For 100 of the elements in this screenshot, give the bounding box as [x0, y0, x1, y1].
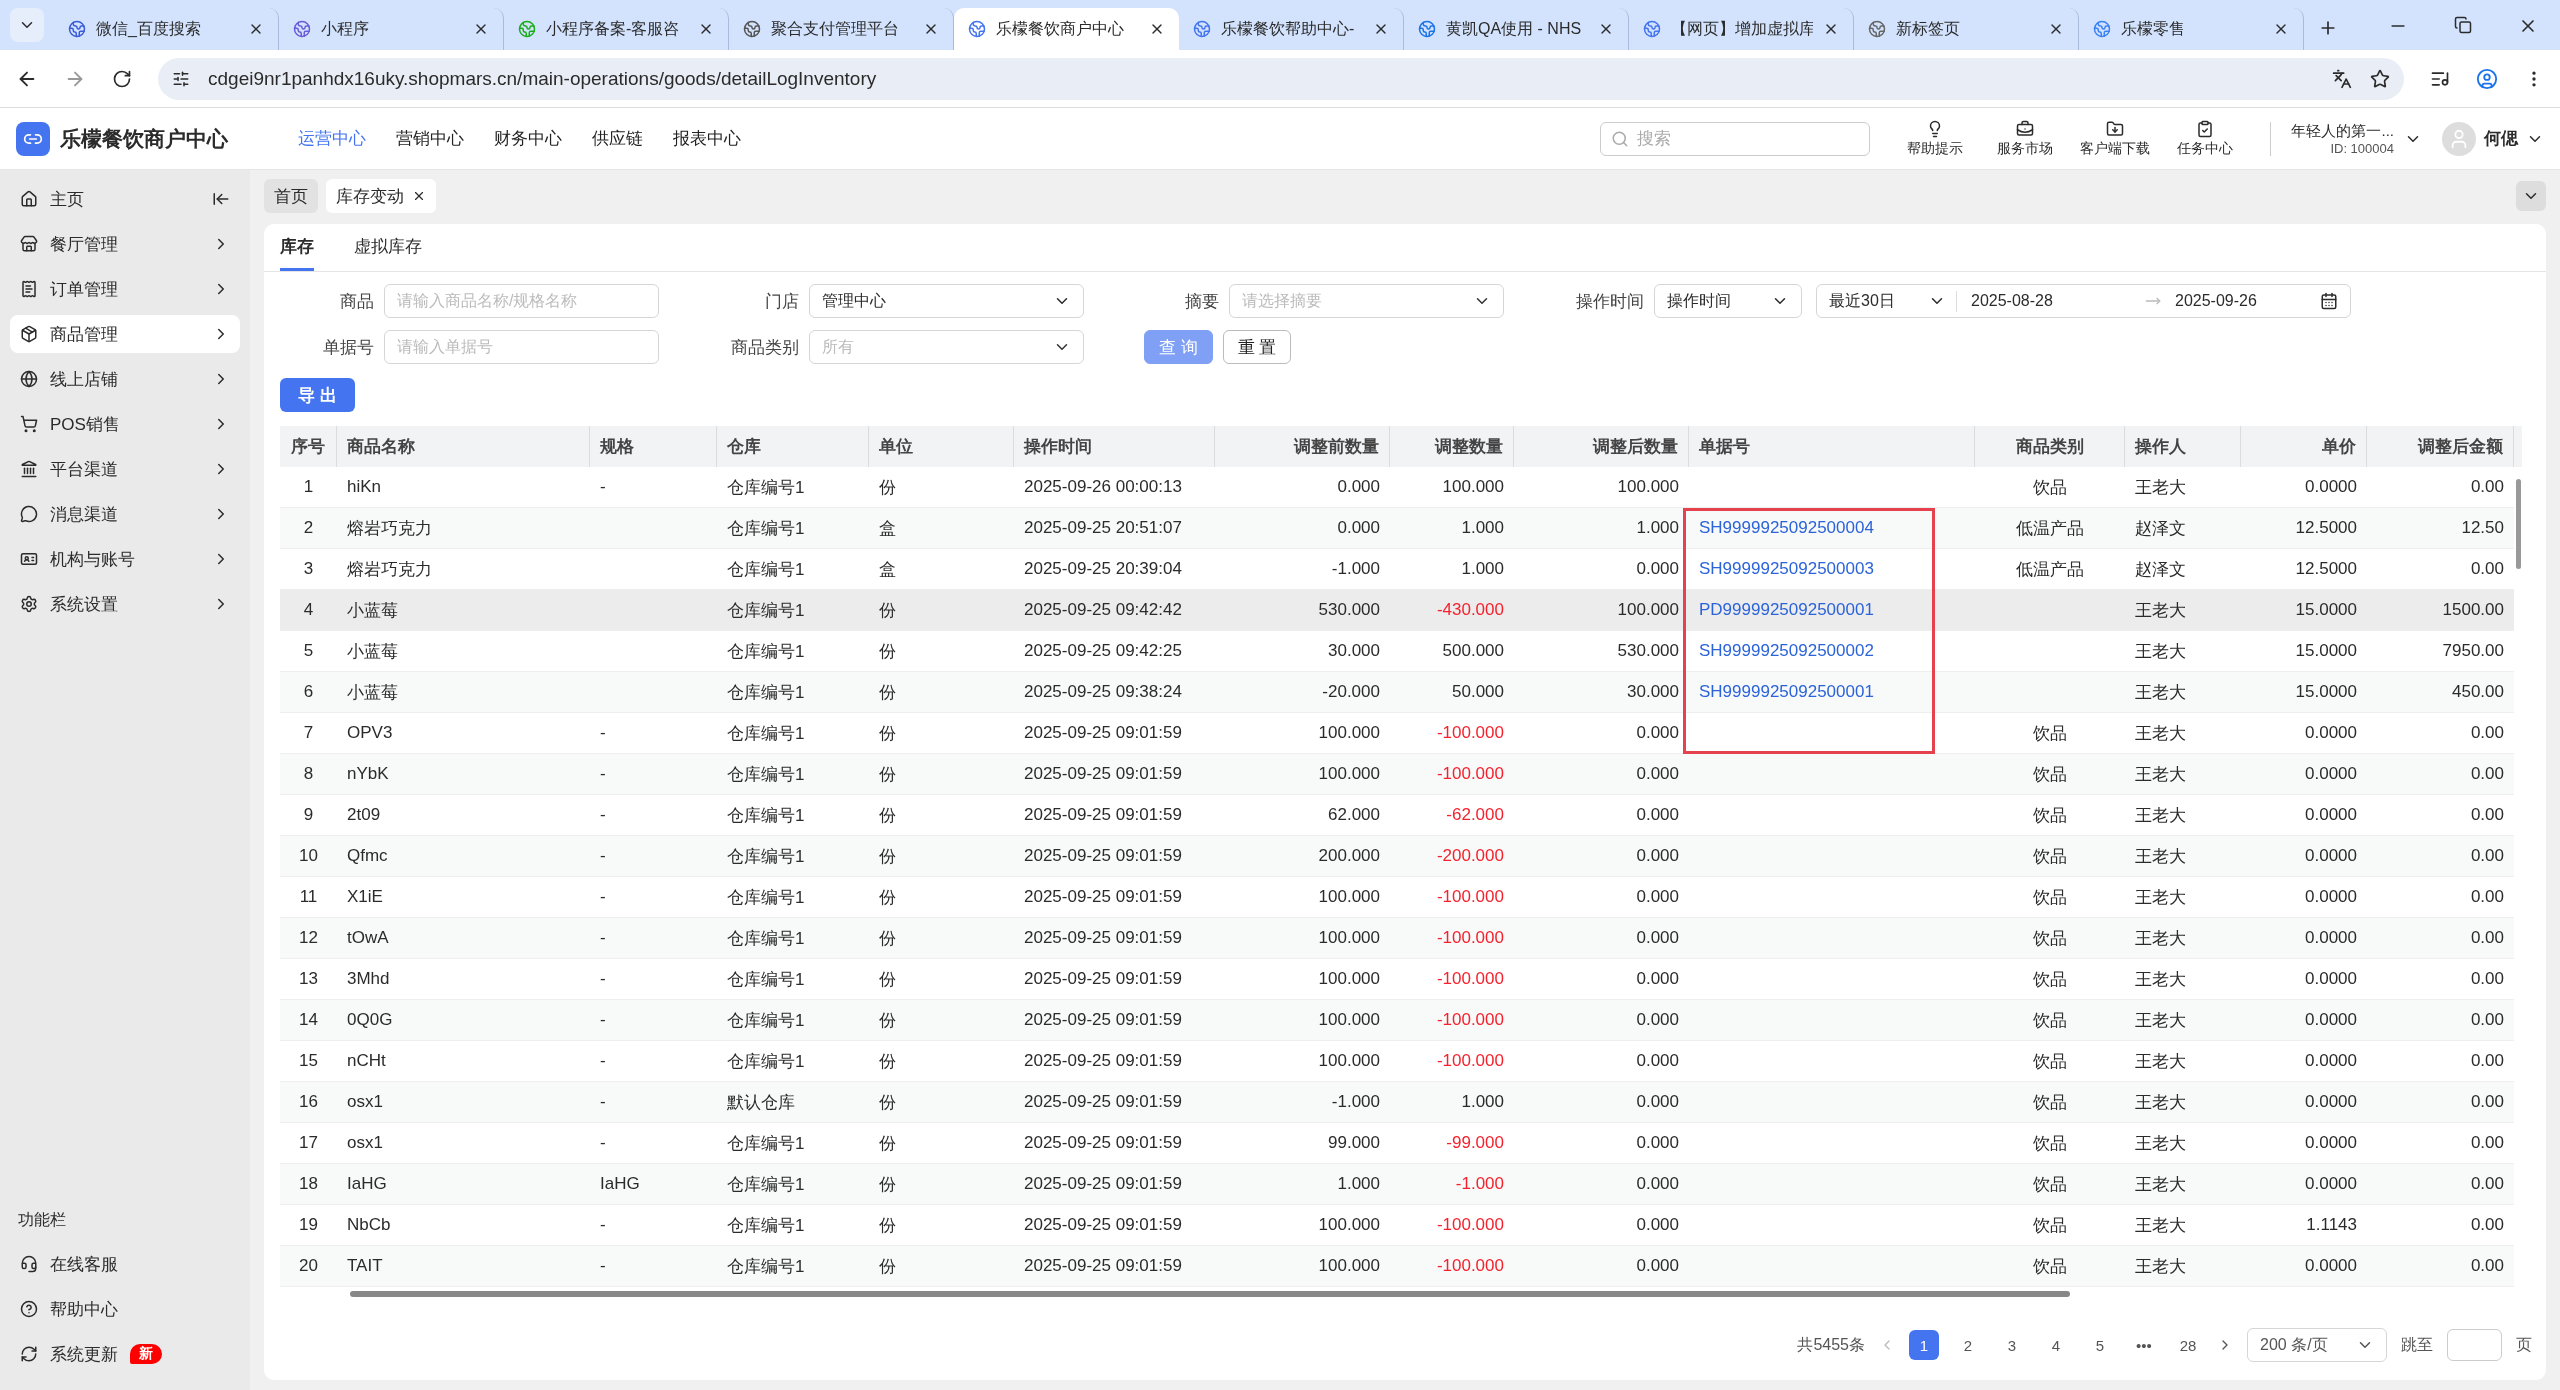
table-row[interactable]: 10 Qfmc - 仓库编号1 份 2025-09-25 09:01:59 200.000 -200.000 0.000 饮品 王老大 0.0000 0.00 — [280, 836, 2514, 877]
table-cell-text: 仓库编号1 — [727, 640, 805, 663]
sidebar-item[interactable]: 线上店铺 — [10, 360, 240, 398]
page-button[interactable]: 3 — [1997, 1330, 2027, 1360]
table-cell: 0.00 — [2470, 1133, 2504, 1153]
table-cell: 1.000 — [1461, 1092, 1504, 1112]
nav-link[interactable]: 营销中心 — [396, 127, 464, 150]
table-cell-text: 饮品 — [2033, 968, 2067, 991]
table-cell-text: 王老大 — [2135, 640, 2186, 663]
sidebar-item[interactable]: 机构与账号 — [10, 540, 240, 578]
field-label: 商品类别 — [730, 336, 800, 359]
address-bar[interactable]: cdgei9nr1panhdx16uky.shopmars.cn/main-operations/goods/detailLogInventory — [158, 57, 2404, 100]
page-button[interactable]: ••• — [2129, 1330, 2159, 1360]
select-field[interactable]: 管理中心 — [809, 284, 1084, 318]
toolbar-button[interactable]: 客户端下载 — [2070, 119, 2161, 158]
page-button[interactable]: 4 — [2041, 1330, 2071, 1360]
sidebar-item[interactable]: 系统更新 新 — [10, 1335, 240, 1373]
table-cell: - — [600, 764, 606, 784]
table-row[interactable]: 14 0Q0G - 仓库编号1 份 2025-09-25 09:01:59 100.000 -100.000 0.000 饮品 王老大 0.0000 0.00 — [280, 1000, 2514, 1041]
table-cell: OPV3 — [347, 723, 393, 743]
bookmark-icon[interactable] — [2370, 68, 2390, 89]
table-row[interactable]: 6 小蓝莓 仓库编号1 份 2025-09-25 09:38:24 -20.000 50.000 30.000 SH9999925092500001 王老大 15.0000 450.00 — [280, 672, 2514, 713]
browser-tab[interactable]: 乐檬餐饮商户中心 — [954, 8, 1179, 50]
page-button[interactable]: 5 — [2085, 1330, 2115, 1360]
table-cell-text: 饮品 — [2033, 1255, 2067, 1278]
sidebar-item[interactable]: 在线客服 — [10, 1245, 240, 1283]
account-switcher[interactable]: 年轻人的第一... ID: 100004 — [2270, 121, 2394, 156]
sidebar-item[interactable]: 订单管理 — [10, 270, 240, 308]
export-button[interactable]: 导 出 — [280, 378, 355, 412]
site-settings-icon[interactable] — [172, 69, 190, 88]
table-cell: 0.00 — [2470, 846, 2504, 866]
date-range-field[interactable]: 最近30日 2025-08-28 2025-09-26 — [1816, 284, 2351, 318]
table-row[interactable]: 16 osx1 - 默认仓库 份 2025-09-25 09:01:59 -1.000 1.000 0.000 饮品 王老大 0.0000 0.00 — [280, 1082, 2514, 1123]
restore-icon[interactable] — [2454, 16, 2472, 34]
document-link[interactable]: SH9999925092500003 — [1699, 559, 1874, 579]
table-cell: 100.000 — [1318, 1256, 1380, 1276]
table-cell: 13 — [299, 969, 318, 989]
tab[interactable]: 虚拟库存 — [354, 224, 422, 271]
translate-icon[interactable] — [2332, 68, 2352, 89]
table-cell: 0.00 — [2470, 723, 2504, 743]
sidebar-item[interactable]: POS销售 — [10, 405, 240, 443]
page-tab[interactable]: 库存变动 — [326, 179, 436, 213]
toolbar-button[interactable]: 任务中心 — [2160, 119, 2251, 158]
reset-button[interactable]: 重 置 — [1222, 330, 1292, 364]
sidebar-item[interactable]: 平台渠道 — [10, 450, 240, 488]
table-row[interactable]: 12 tOwA - 仓库编号1 份 2025-09-25 09:01:59 100.000 -100.000 0.000 饮品 王老大 0.0000 0.00 — [280, 918, 2514, 959]
collapse-button[interactable] — [2516, 181, 2546, 211]
page-button[interactable]: 1 — [1909, 1330, 1939, 1360]
table-cell-text: 熔岩巧克力 — [347, 558, 432, 581]
toolbar-button[interactable]: 服务市场 — [1980, 119, 2071, 158]
collapse-icon[interactable] — [212, 190, 230, 208]
table-cell: 2025-09-25 09:01:59 — [1024, 764, 1182, 784]
sidebar-item[interactable]: 餐厅管理 — [10, 225, 240, 263]
table-cell: 100.000 — [1318, 928, 1380, 948]
sidebar-item[interactable]: 商品管理 — [10, 315, 240, 353]
user-name[interactable]: 何偲 — [2484, 127, 2518, 150]
table-row[interactable]: 8 nYbK - 仓库编号1 份 2025-09-25 09:01:59 100.000 -100.000 0.000 饮品 王老大 0.0000 0.00 — [280, 754, 2514, 795]
field-label: 单据号 — [322, 336, 375, 359]
profile-icon[interactable] — [2476, 67, 2498, 90]
input-field[interactable]: 请输入单据号 — [384, 330, 659, 364]
document-link[interactable]: SH9999925092500004 — [1699, 518, 1874, 538]
sidebar-item[interactable]: 帮助中心 — [10, 1290, 240, 1328]
table-row[interactable]: 20 TAIT - 仓库编号1 份 2025-09-25 09:01:59 100.000 -100.000 0.000 饮品 王老大 0.0000 0.00 — [280, 1246, 2514, 1287]
reload-icon[interactable] — [112, 68, 132, 89]
close-icon[interactable] — [412, 189, 426, 203]
page-button[interactable]: 2 — [1953, 1330, 1983, 1360]
calendar-icon[interactable] — [2320, 292, 2338, 310]
nav-link[interactable]: 财务中心 — [494, 127, 562, 150]
table-cell-text: 饮品 — [2033, 722, 2067, 745]
table-row[interactable]: 18 IaHG IaHG 仓库编号1 份 2025-09-25 09:01:59 1.000 -1.000 0.000 饮品 王老大 0.0000 0.00 — [280, 1164, 2514, 1205]
document-link[interactable]: SH9999925092500002 — [1699, 641, 1874, 661]
table-row[interactable]: 2 熔岩巧克力 仓库编号1 盒 2025-09-25 20:51:07 0.000 1.000 1.000 SH9999925092500004 低温产品 赵泽文 12.5000 12.50 — [280, 508, 2514, 549]
sidebar-item[interactable]: 主页 — [10, 180, 240, 218]
table-cell: 530.000 — [1617, 641, 1679, 661]
nav-link[interactable]: 运营中心 — [298, 127, 366, 150]
page-tab[interactable]: 首页 — [264, 179, 318, 213]
page-input[interactable] — [2447, 1329, 2502, 1361]
select-field[interactable]: 操作时间 — [1654, 284, 1802, 318]
toolbar-button[interactable]: 帮助提示 — [1890, 119, 1981, 158]
table-cell: 2025-09-25 09:01:59 — [1024, 928, 1182, 948]
document-link[interactable]: PD9999925092500001 — [1699, 600, 1874, 620]
table-cell: 100.000 — [1442, 477, 1504, 497]
table-row[interactable]: 4 小蓝莓 仓库编号1 份 2025-09-25 09:42:42 530.000 -430.000 100.000 PD9999925092500001 王老大 15.0000 1500.00 — [280, 590, 2514, 631]
page-size-select[interactable]: 200 条/页 — [2247, 1328, 2387, 1362]
nav-link[interactable]: 供应链 — [592, 127, 643, 150]
tab[interactable]: 库存 — [280, 224, 314, 271]
table-cell: 18 — [299, 1174, 318, 1194]
document-link[interactable]: SH9999925092500001 — [1699, 682, 1874, 702]
sidebar-item[interactable]: 消息渠道 — [10, 495, 240, 533]
table-cell: 500.000 — [1442, 641, 1504, 661]
table-cell: 3Mhd — [347, 969, 390, 989]
table-cell: 0.000 — [1636, 846, 1679, 866]
sidebar-item[interactable]: 系统设置 — [10, 585, 240, 623]
table-cell: 4 — [303, 600, 314, 620]
page-button[interactable]: 28 — [2173, 1330, 2203, 1360]
table-cell: 12.5000 — [2295, 559, 2357, 579]
table-cell: - — [600, 477, 606, 497]
nav-link[interactable]: 报表中心 — [673, 127, 741, 150]
input-field[interactable]: 请输入商品名称/规格名称 — [384, 284, 659, 318]
range-preset-select[interactable]: 最近30日 — [1829, 290, 1957, 312]
